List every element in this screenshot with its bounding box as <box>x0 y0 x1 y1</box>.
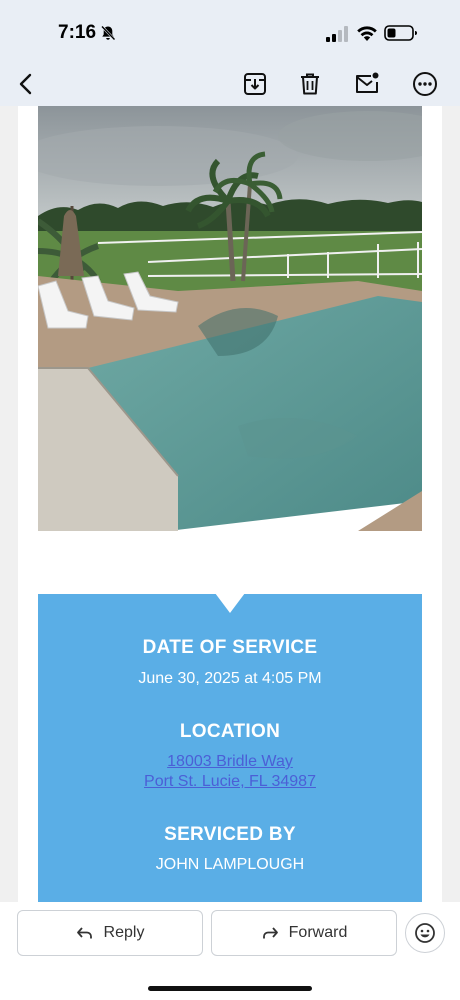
date-of-service-value: June 30, 2025 at 4:05 PM <box>138 670 322 687</box>
date-of-service-heading: DATE OF SERVICE <box>142 637 318 658</box>
mark-unread-button[interactable] <box>351 68 383 100</box>
home-indicator <box>148 986 312 991</box>
banner-notch <box>215 593 245 613</box>
reply-button[interactable]: Reply <box>17 910 203 956</box>
archive-button[interactable] <box>239 68 271 100</box>
forward-arrow-icon <box>262 927 278 939</box>
mark-unread-icon <box>356 72 379 93</box>
email-body: DATE OF SERVICE June 30, 2025 at 4:05 PM… <box>18 106 442 902</box>
service-info-banner: DATE OF SERVICE June 30, 2025 at 4:05 PM… <box>38 593 422 902</box>
smiley-icon <box>415 923 435 943</box>
forward-label: Forward <box>288 924 348 941</box>
battery-icon <box>384 25 417 41</box>
trash-icon <box>301 73 319 95</box>
delete-button[interactable] <box>294 68 326 100</box>
serviced-by-heading: SERVICED BY <box>164 824 296 845</box>
status-time: 7:16 <box>58 22 97 43</box>
more-options-button[interactable] <box>409 68 441 100</box>
email-toolbar <box>0 62 460 107</box>
address-line2-link[interactable]: Port St. Lucie, FL 34987 <box>38 773 422 791</box>
address-line1-link[interactable]: 18003 Bridle Way <box>38 753 422 771</box>
forward-button[interactable]: Forward <box>211 910 397 956</box>
bottom-action-bar: Reply Forward <box>0 902 460 1000</box>
wifi-icon <box>357 26 377 41</box>
bell-slash-icon <box>101 25 116 41</box>
emoji-reaction-button[interactable] <box>405 913 445 953</box>
reply-arrow-icon <box>76 927 92 939</box>
status-bar: 7:16 <box>0 0 460 62</box>
back-button[interactable] <box>10 68 42 100</box>
archive-icon <box>244 73 266 95</box>
pool-photo <box>38 106 422 531</box>
back-arrow-icon <box>19 73 32 95</box>
more-options-icon <box>413 72 437 96</box>
location-heading: LOCATION <box>179 721 281 742</box>
reply-label: Reply <box>103 924 145 941</box>
email-content[interactable]: DATE OF SERVICE June 30, 2025 at 4:05 PM… <box>0 106 460 902</box>
cellular-signal-icon <box>326 26 348 42</box>
technician-name: JOHN LAMPLOUGH <box>155 856 305 873</box>
